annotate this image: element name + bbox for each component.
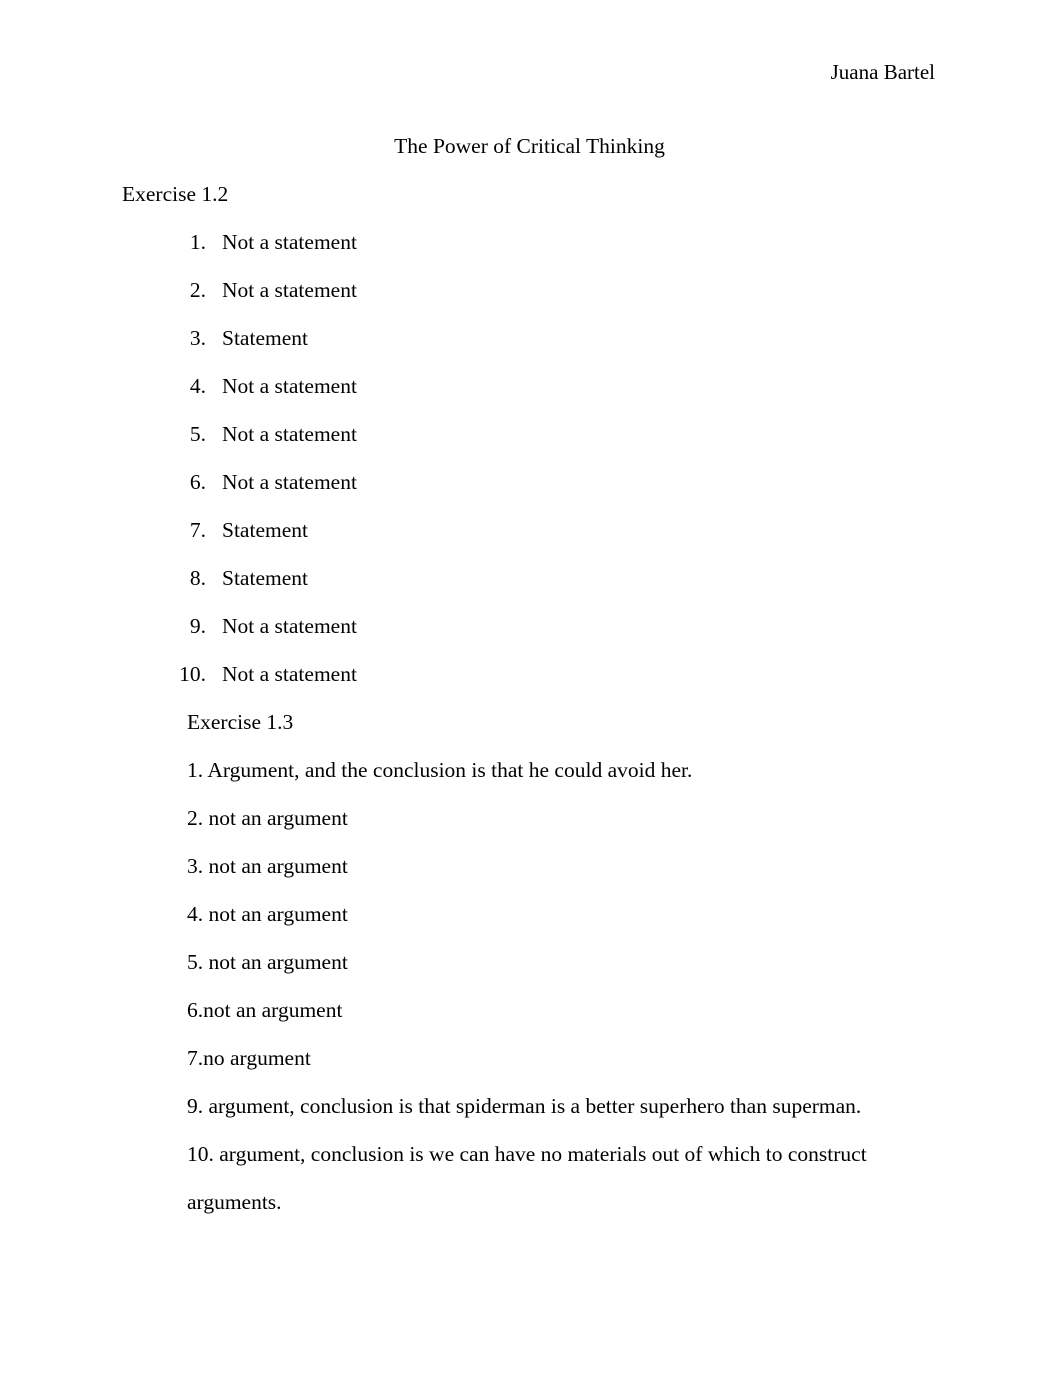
list-item: 10. argument, conclusion is we can have … <box>187 1142 867 1214</box>
list-item: 4. Not a statement <box>122 362 937 410</box>
document-header-name: Juana Bartel <box>830 60 935 84</box>
list-item-number: 5. <box>189 422 206 446</box>
list-item: 2. not an argument <box>187 806 348 830</box>
list-item: 5. Not a statement <box>122 410 937 458</box>
list-item-label: Not a statement <box>222 230 357 254</box>
list-item-number: 2. <box>189 278 206 302</box>
list-item: 1. Argument, and the conclusion is that … <box>187 758 693 782</box>
list-item-number: 3. <box>189 326 206 350</box>
list-item: 2. Not a statement <box>122 266 937 314</box>
list-item-label: Statement <box>222 518 308 542</box>
list-item-label: Not a statement <box>222 470 357 494</box>
list-item-number: 4. <box>189 374 206 398</box>
list-item-number: 9. <box>189 614 206 638</box>
list-item-number: 10. <box>179 662 206 686</box>
document-page: Juana Bartel The Power of Critical Think… <box>0 0 1062 1377</box>
list-item: 10. Not a statement <box>122 650 937 698</box>
list-item: 9. argument, conclusion is that spiderma… <box>187 1094 862 1118</box>
list-item: 6. Not a statement <box>122 458 937 506</box>
list-item-label: Not a statement <box>222 614 357 638</box>
list-item: 9. Not a statement <box>122 602 937 650</box>
list-item: 3. not an argument <box>187 854 348 878</box>
list-item-label: Not a statement <box>222 662 357 686</box>
list-item-label: Not a statement <box>222 278 357 302</box>
list-item-number: 8. <box>189 566 206 590</box>
list-item: 4. not an argument <box>187 902 348 926</box>
list-item: 1. Not a statement <box>122 218 937 266</box>
exercise-1-3-list: 1. Argument, and the conclusion is that … <box>187 746 937 1226</box>
list-item: 7. Statement <box>122 506 937 554</box>
list-item: 6.not an argument <box>187 998 343 1022</box>
exercise-1-2-list: 1. Not a statement 2. Not a statement 3.… <box>122 218 937 698</box>
document-body: The Power of Critical Thinking Exercise … <box>122 122 937 1226</box>
list-item-label: Not a statement <box>222 374 357 398</box>
list-item-number: 1. <box>189 230 206 254</box>
list-item-number: 7. <box>189 518 206 542</box>
document-title: The Power of Critical Thinking <box>394 134 665 158</box>
list-item: 7.no argument <box>187 1046 311 1070</box>
section-heading-exercise-1-2: Exercise 1.2 <box>122 182 229 206</box>
section-heading-exercise-1-3: Exercise 1.3 <box>187 710 294 734</box>
list-item: 8. Statement <box>122 554 937 602</box>
list-item: 3. Statement <box>122 314 937 362</box>
list-item-label: Statement <box>222 326 308 350</box>
list-item-label: Statement <box>222 566 308 590</box>
list-item-number: 6. <box>189 470 206 494</box>
list-item: 5. not an argument <box>187 950 348 974</box>
list-item-label: Not a statement <box>222 422 357 446</box>
